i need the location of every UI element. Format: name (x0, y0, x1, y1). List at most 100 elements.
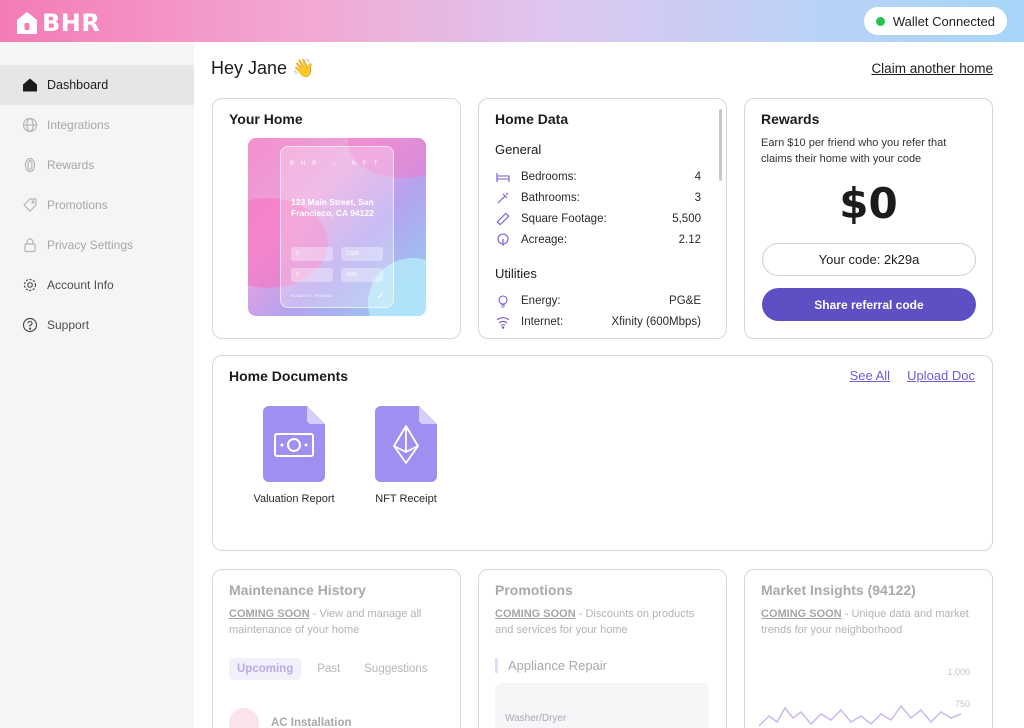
coin-icon (22, 157, 38, 173)
data-value: 4 (694, 171, 701, 183)
maintenance-tabs: Upcoming Past Suggestions (229, 658, 436, 680)
nft-tile: 3 (291, 247, 333, 261)
nft-header: BHR ⌂ NFT (289, 161, 385, 167)
help-icon (22, 317, 38, 333)
rewards-amount: $0 (839, 179, 898, 228)
gear-icon (22, 277, 38, 293)
data-value: 2.12 (678, 234, 701, 246)
card-title: Home Data (495, 111, 569, 127)
upload-doc-link[interactable]: Upload Doc (907, 368, 975, 383)
data-value: Xfinity (600Mbps) (611, 316, 701, 328)
nft-tile: 1950 (341, 268, 383, 282)
shower-icon (495, 190, 511, 206)
sidebar-item-privacy-settings[interactable]: Privacy Settings (0, 225, 194, 265)
sidebar: Dashboard Integrations Rewards Promotion… (0, 42, 194, 728)
data-row-energy: Energy: PG&E (495, 293, 701, 309)
tab-past[interactable]: Past (309, 658, 348, 680)
wallet-status-text: Wallet Connected (892, 13, 995, 29)
card-title: Home Documents (229, 368, 349, 384)
ac-unit-icon (229, 708, 259, 728)
page-title: Hey Jane 👋 (211, 58, 314, 79)
see-all-link[interactable]: See All (850, 368, 890, 383)
coming-soon-badge: COMING SOON (761, 608, 842, 620)
document-nft-receipt[interactable]: NFT Receipt (361, 406, 451, 507)
nft-tile-value: 2 (296, 272, 299, 278)
your-home-card: Your Home BHR ⌂ NFT 123 Main Street, San… (212, 98, 461, 339)
data-value: 3 (694, 192, 701, 204)
nft-footer: ELADITO, POWNA (291, 293, 333, 298)
sidebar-item-rewards[interactable]: Rewards (0, 145, 194, 185)
data-value: PG&E (669, 295, 701, 307)
document-valuation-report[interactable]: Valuation Report (249, 406, 339, 507)
card-title: Maintenance History (229, 582, 366, 598)
sidebar-item-label: Rewards (47, 158, 95, 172)
sidebar-item-integrations[interactable]: Integrations (0, 105, 194, 145)
top-header: BHR Wallet Connected (0, 0, 1024, 42)
tag-icon (22, 197, 38, 213)
data-label: Square Footage: (521, 213, 607, 225)
coming-soon-badge: COMING SOON (495, 608, 576, 620)
promotion-category: Appliance Repair (495, 658, 607, 673)
home-data-card: Home Data General Bedrooms: 4 Bathrooms:… (478, 98, 727, 339)
data-value: 5,500 (672, 213, 701, 225)
coming-soon-text: COMING SOON - Unique data and market tre… (761, 606, 981, 638)
market-trend-chart (759, 704, 962, 727)
rewards-card: Rewards Earn $10 per friend who you refe… (744, 98, 993, 339)
globe-icon (22, 117, 38, 133)
data-label: Bathrooms: (521, 192, 580, 204)
bulb-icon (495, 293, 511, 309)
card-title: Rewards (761, 111, 820, 127)
nft-address: 123 Main Street, San Francisco, CA 94122 (291, 197, 374, 218)
claim-another-home-link[interactable]: Claim another home (871, 61, 993, 76)
sidebar-item-label: Support (47, 318, 90, 332)
data-row-bedrooms: Bedrooms: 4 (495, 169, 701, 185)
sidebar-item-account-info[interactable]: Account Info (0, 265, 194, 305)
document-label: Valuation Report (253, 493, 335, 505)
promotions-card: Promotions COMING SOON - Discounts on pr… (478, 569, 727, 728)
home-nft-image[interactable]: BHR ⌂ NFT 123 Main Street, San Francisco… (248, 138, 426, 316)
data-row-bathrooms: Bathrooms: 3 (495, 190, 701, 206)
home-documents-card: Home Documents See All Upload Doc Valuat… (212, 355, 993, 551)
data-row-square-footage: Square Footage: 5,500 (495, 211, 701, 227)
document-file-icon (263, 406, 325, 482)
nft-tile-value: 3 (296, 251, 299, 257)
data-label: Internet: (521, 316, 564, 328)
data-label: Energy: (521, 295, 561, 307)
tab-upcoming[interactable]: Upcoming (229, 658, 302, 680)
referral-code-field[interactable]: Your code: 2k29a (762, 243, 976, 276)
nft-tile-value: 2,500 (346, 251, 359, 257)
wifi-icon (495, 314, 511, 330)
card-title: Promotions (495, 582, 573, 598)
sidebar-item-label: Account Info (47, 278, 114, 292)
greeting-text: Hey Jane (211, 58, 288, 78)
brand-logo[interactable]: BHR (16, 9, 100, 37)
coming-soon-text: COMING SOON - Discounts on products and … (495, 606, 715, 638)
sidebar-item-support[interactable]: Support (0, 305, 194, 345)
maintenance-item[interactable]: AC Installation (229, 708, 352, 728)
lock-icon (22, 237, 38, 253)
sidebar-item-label: Privacy Settings (47, 238, 134, 252)
data-label: Bedrooms: (521, 171, 577, 183)
sidebar-item-label: Promotions (47, 198, 108, 212)
sidebar-item-label: Dashboard (47, 78, 109, 92)
promotion-item[interactable]: Washer/Dryer (495, 683, 709, 728)
sidebar-item-promotions[interactable]: Promotions (0, 185, 194, 225)
card-title: Your Home (229, 111, 303, 127)
scrollbar[interactable] (719, 109, 722, 181)
market-insights-card: Market Insights (94122) COMING SOON - Un… (744, 569, 993, 728)
wave-emoji-icon: 👋 (292, 58, 315, 78)
check-icon: ✓ (376, 291, 385, 302)
section-title-general: General (495, 142, 542, 157)
coming-soon-text: COMING SOON - View and manage all mainte… (229, 606, 449, 638)
document-actions: See All Upload Doc (850, 368, 975, 383)
document-file-icon (375, 406, 437, 482)
card-title: Market Insights (94122) (761, 582, 916, 598)
share-referral-button[interactable]: Share referral code (762, 288, 976, 321)
data-label: Acreage: (521, 234, 568, 246)
tree-icon (495, 232, 511, 248)
tab-suggestions[interactable]: Suggestions (356, 658, 435, 680)
sidebar-item-dashboard[interactable]: Dashboard (0, 65, 194, 105)
wallet-status-badge[interactable]: Wallet Connected (863, 7, 1007, 35)
brand-name: BHR (42, 9, 101, 37)
maintenance-history-card: Maintenance History COMING SOON - View a… (212, 569, 461, 728)
